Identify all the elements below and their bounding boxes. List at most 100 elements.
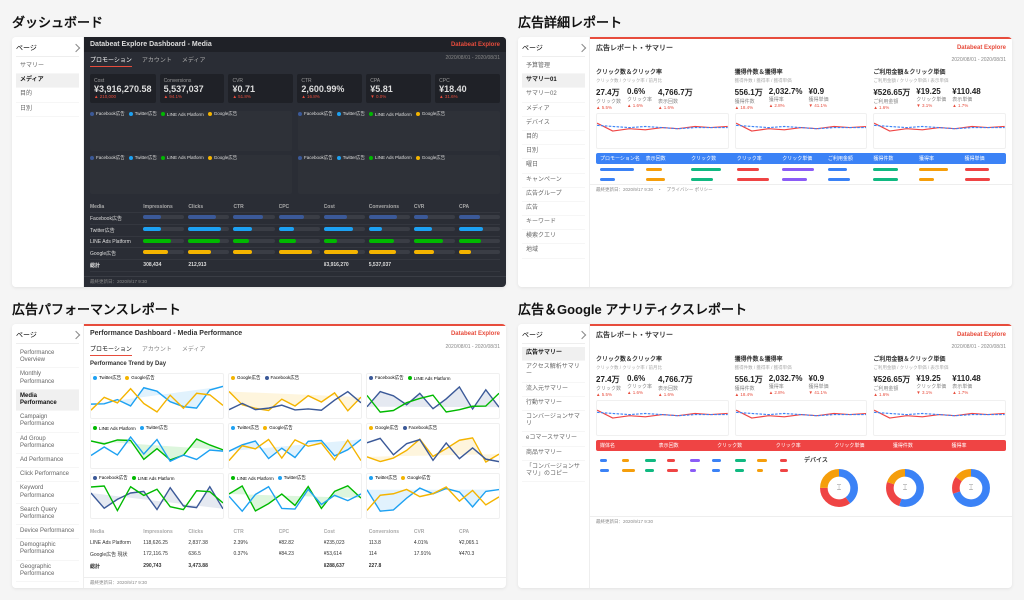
sidenav-item[interactable]: 広告グループ	[522, 188, 585, 202]
sidenav-item[interactable]: Ad Group Performance	[16, 433, 79, 454]
column-header[interactable]: 獲得件数	[889, 440, 948, 451]
sidenav-head: ページ	[522, 330, 585, 344]
metric-box: クリック数＆クリック率クリック数 / クリック率 / 前月比27.4万クリック数…	[596, 354, 729, 436]
sidenav-item[interactable]: 目的	[16, 88, 79, 102]
sidenav-item[interactable]: Search Query Performance	[16, 504, 79, 525]
column-header[interactable]: プロモーション名	[596, 153, 642, 164]
tab-promotion[interactable]: プロモーション	[90, 344, 132, 356]
pane-header: Databeat Explore Dashboard - Media Datab…	[84, 37, 506, 52]
column-header[interactable]: 獲得率	[915, 153, 961, 164]
sidenav-item[interactable]: メディア	[522, 103, 585, 117]
sidenav-item[interactable]: 地域	[522, 244, 585, 258]
tab-media[interactable]: メディア	[182, 55, 206, 67]
sidenav-item[interactable]: デバイス	[522, 117, 585, 131]
column-header[interactable]: 獲得率	[947, 440, 1006, 451]
pane-header: Performance Dashboard - Media Performanc…	[84, 326, 506, 341]
table-row[interactable]: Twitter広告	[90, 225, 500, 237]
sidenav-item[interactable]: 曜日	[522, 159, 585, 173]
column-header[interactable]: 表示回数	[642, 153, 688, 164]
date-range[interactable]: 2020/08/01 - 2020/08/31	[446, 344, 501, 356]
column-header[interactable]: 表示回数	[655, 440, 714, 451]
sidenav-item[interactable]: Keyword Performance	[16, 482, 79, 503]
sidenav-item[interactable]: Campaign Performance	[16, 411, 79, 432]
tab-account[interactable]: アカウント	[142, 55, 172, 67]
dashboard-pane: Databeat Explore Dashboard - Media Datab…	[84, 37, 506, 287]
sidenav-item[interactable]: 広告	[522, 202, 585, 216]
table-row	[596, 465, 798, 475]
column-header[interactable]: ご利用金額	[824, 153, 870, 164]
chevron-left-icon[interactable]	[578, 331, 586, 339]
tile-title: 広告パフォーマンスレポート	[12, 299, 506, 318]
chevron-left-icon[interactable]	[72, 44, 80, 52]
sidenav-item[interactable]: Performance Overview	[16, 347, 79, 368]
column-header[interactable]: クリック数	[687, 153, 733, 164]
sidenav-item[interactable]: サマリー02	[522, 88, 585, 102]
sidenav-item[interactable]: 検索クエリ	[522, 230, 585, 244]
sidenav-head: ページ	[16, 43, 79, 57]
sidenav-list: Performance OverviewMonthly PerformanceM…	[16, 347, 79, 582]
device-title: デバイス	[804, 455, 1006, 464]
sidenav-item[interactable]: 商品サマリー	[522, 447, 585, 461]
perf-table: MediaImpressionsClicksCTRCPCCostConversi…	[84, 523, 506, 577]
kpi-tile: Conversions5,537,037▲ 94.1%	[160, 74, 225, 103]
column-header[interactable]: 獲得件数	[869, 153, 915, 164]
sidenav: ページ Performance OverviewMonthly Performa…	[12, 324, 84, 588]
sidenav-item[interactable]: コンバージョンサマリ	[522, 411, 585, 432]
pane-header: 広告レポート・サマリー Databeat Explore	[590, 39, 1012, 57]
table-row[interactable]: Google広告 現状172,116.75636.50.37%¥84.23¥53…	[90, 549, 500, 561]
column-header[interactable]: 媒体名	[596, 440, 655, 451]
sidenav-item[interactable]: 予算管理	[522, 60, 585, 74]
sidenav-item[interactable]: 「コンバージョンサマリ」のコピー	[522, 461, 585, 482]
table-row[interactable]: LINE Ads Platform	[90, 237, 500, 248]
metric-box: ご利用金額＆クリック単価ご利用金額 / クリック単価 / 表示単価¥526.65…	[873, 354, 1006, 436]
column-header[interactable]: クリック単価	[830, 440, 889, 451]
spark-grid: Twitter広告Google広告Google広告Facebook広告Faceb…	[84, 369, 506, 523]
spark-cell: LINE Ads PlatformTwitter広告	[90, 423, 224, 469]
kpi-tile: Cost¥3,916,270.58▲ 210,000	[90, 74, 156, 103]
column-header[interactable]: クリック単価	[778, 153, 824, 164]
sidenav-item[interactable]: キャンペーン	[522, 174, 585, 188]
sidenav-item[interactable]: Device Performance	[16, 525, 79, 539]
sidenav-item[interactable]: サマリー	[16, 60, 79, 74]
tile-title: 広告詳細レポート	[518, 12, 1012, 31]
sidenav-item[interactable]: 流入元サマリー	[522, 383, 585, 397]
tab-account[interactable]: アカウント	[142, 344, 172, 356]
chevron-left-icon[interactable]	[578, 44, 586, 52]
pane-header: 広告レポート・サマリー Databeat Explore	[590, 326, 1012, 344]
sidenav-item[interactable]: 日別	[16, 103, 79, 117]
sidenav-item[interactable]: 日別	[522, 145, 585, 159]
sidenav-item[interactable]: Monthly Performance	[16, 368, 79, 389]
sidenav-head-label: ページ	[16, 330, 37, 340]
sidenav-item[interactable]: Demographic Performance	[16, 539, 79, 560]
chevron-left-icon[interactable]	[72, 331, 80, 339]
sidenav-item[interactable]: Media Performance	[16, 390, 79, 411]
column-header[interactable]: クリック率	[772, 440, 831, 451]
sidenav-item[interactable]: メディア	[16, 74, 79, 88]
table-row[interactable]: Facebook広告	[90, 213, 500, 225]
section-subtitle: Performance Trend by Day	[84, 359, 506, 369]
sidenav-item[interactable]: アクセス解析サマリー	[522, 361, 585, 382]
column-header[interactable]: クリック率	[733, 153, 779, 164]
sidenav-item[interactable]: eコマースサマリー	[522, 432, 585, 446]
sidenav-item[interactable]: 行動サマリー	[522, 397, 585, 411]
table-header: 媒体名表示回数クリック数クリック率クリック単価獲得件数獲得率	[596, 440, 1006, 451]
detail-card: ページ 予算管理サマリー01サマリー02メディアデバイス目的日別曜日キャンペーン…	[518, 37, 1012, 287]
sidenav-item[interactable]: サマリー01	[522, 74, 585, 88]
sidenav-item[interactable]: 目的	[522, 131, 585, 145]
spark-cell: LINE Ads PlatformTwitter広告	[228, 473, 362, 519]
column-header[interactable]: 獲得単価	[961, 153, 1007, 164]
date-range[interactable]: 2020/08/01 - 2020/08/31	[446, 55, 501, 67]
sidenav-item[interactable]: Ad Performance	[16, 454, 79, 468]
column-header[interactable]: クリック数	[713, 440, 772, 451]
sidenav-item[interactable]: キーワード	[522, 216, 585, 230]
pane-title: 広告レポート・サマリー	[596, 43, 673, 53]
perf-card: ページ Performance OverviewMonthly Performa…	[12, 324, 506, 588]
table-row[interactable]: Google広告	[90, 248, 500, 260]
sidenav-item[interactable]: Click Performance	[16, 468, 79, 482]
sidenav-item[interactable]: 広告サマリー	[522, 347, 585, 361]
tab-promotion[interactable]: プロモーション	[90, 55, 132, 67]
table-row[interactable]: LINE Ads Platform118,626.252,837.382.39%…	[90, 538, 500, 549]
tab-media[interactable]: メディア	[182, 344, 206, 356]
spark-cell: Facebook広告LINE Ads Platform	[90, 473, 224, 519]
sidenav-item[interactable]: Geographic Performance	[16, 561, 79, 582]
